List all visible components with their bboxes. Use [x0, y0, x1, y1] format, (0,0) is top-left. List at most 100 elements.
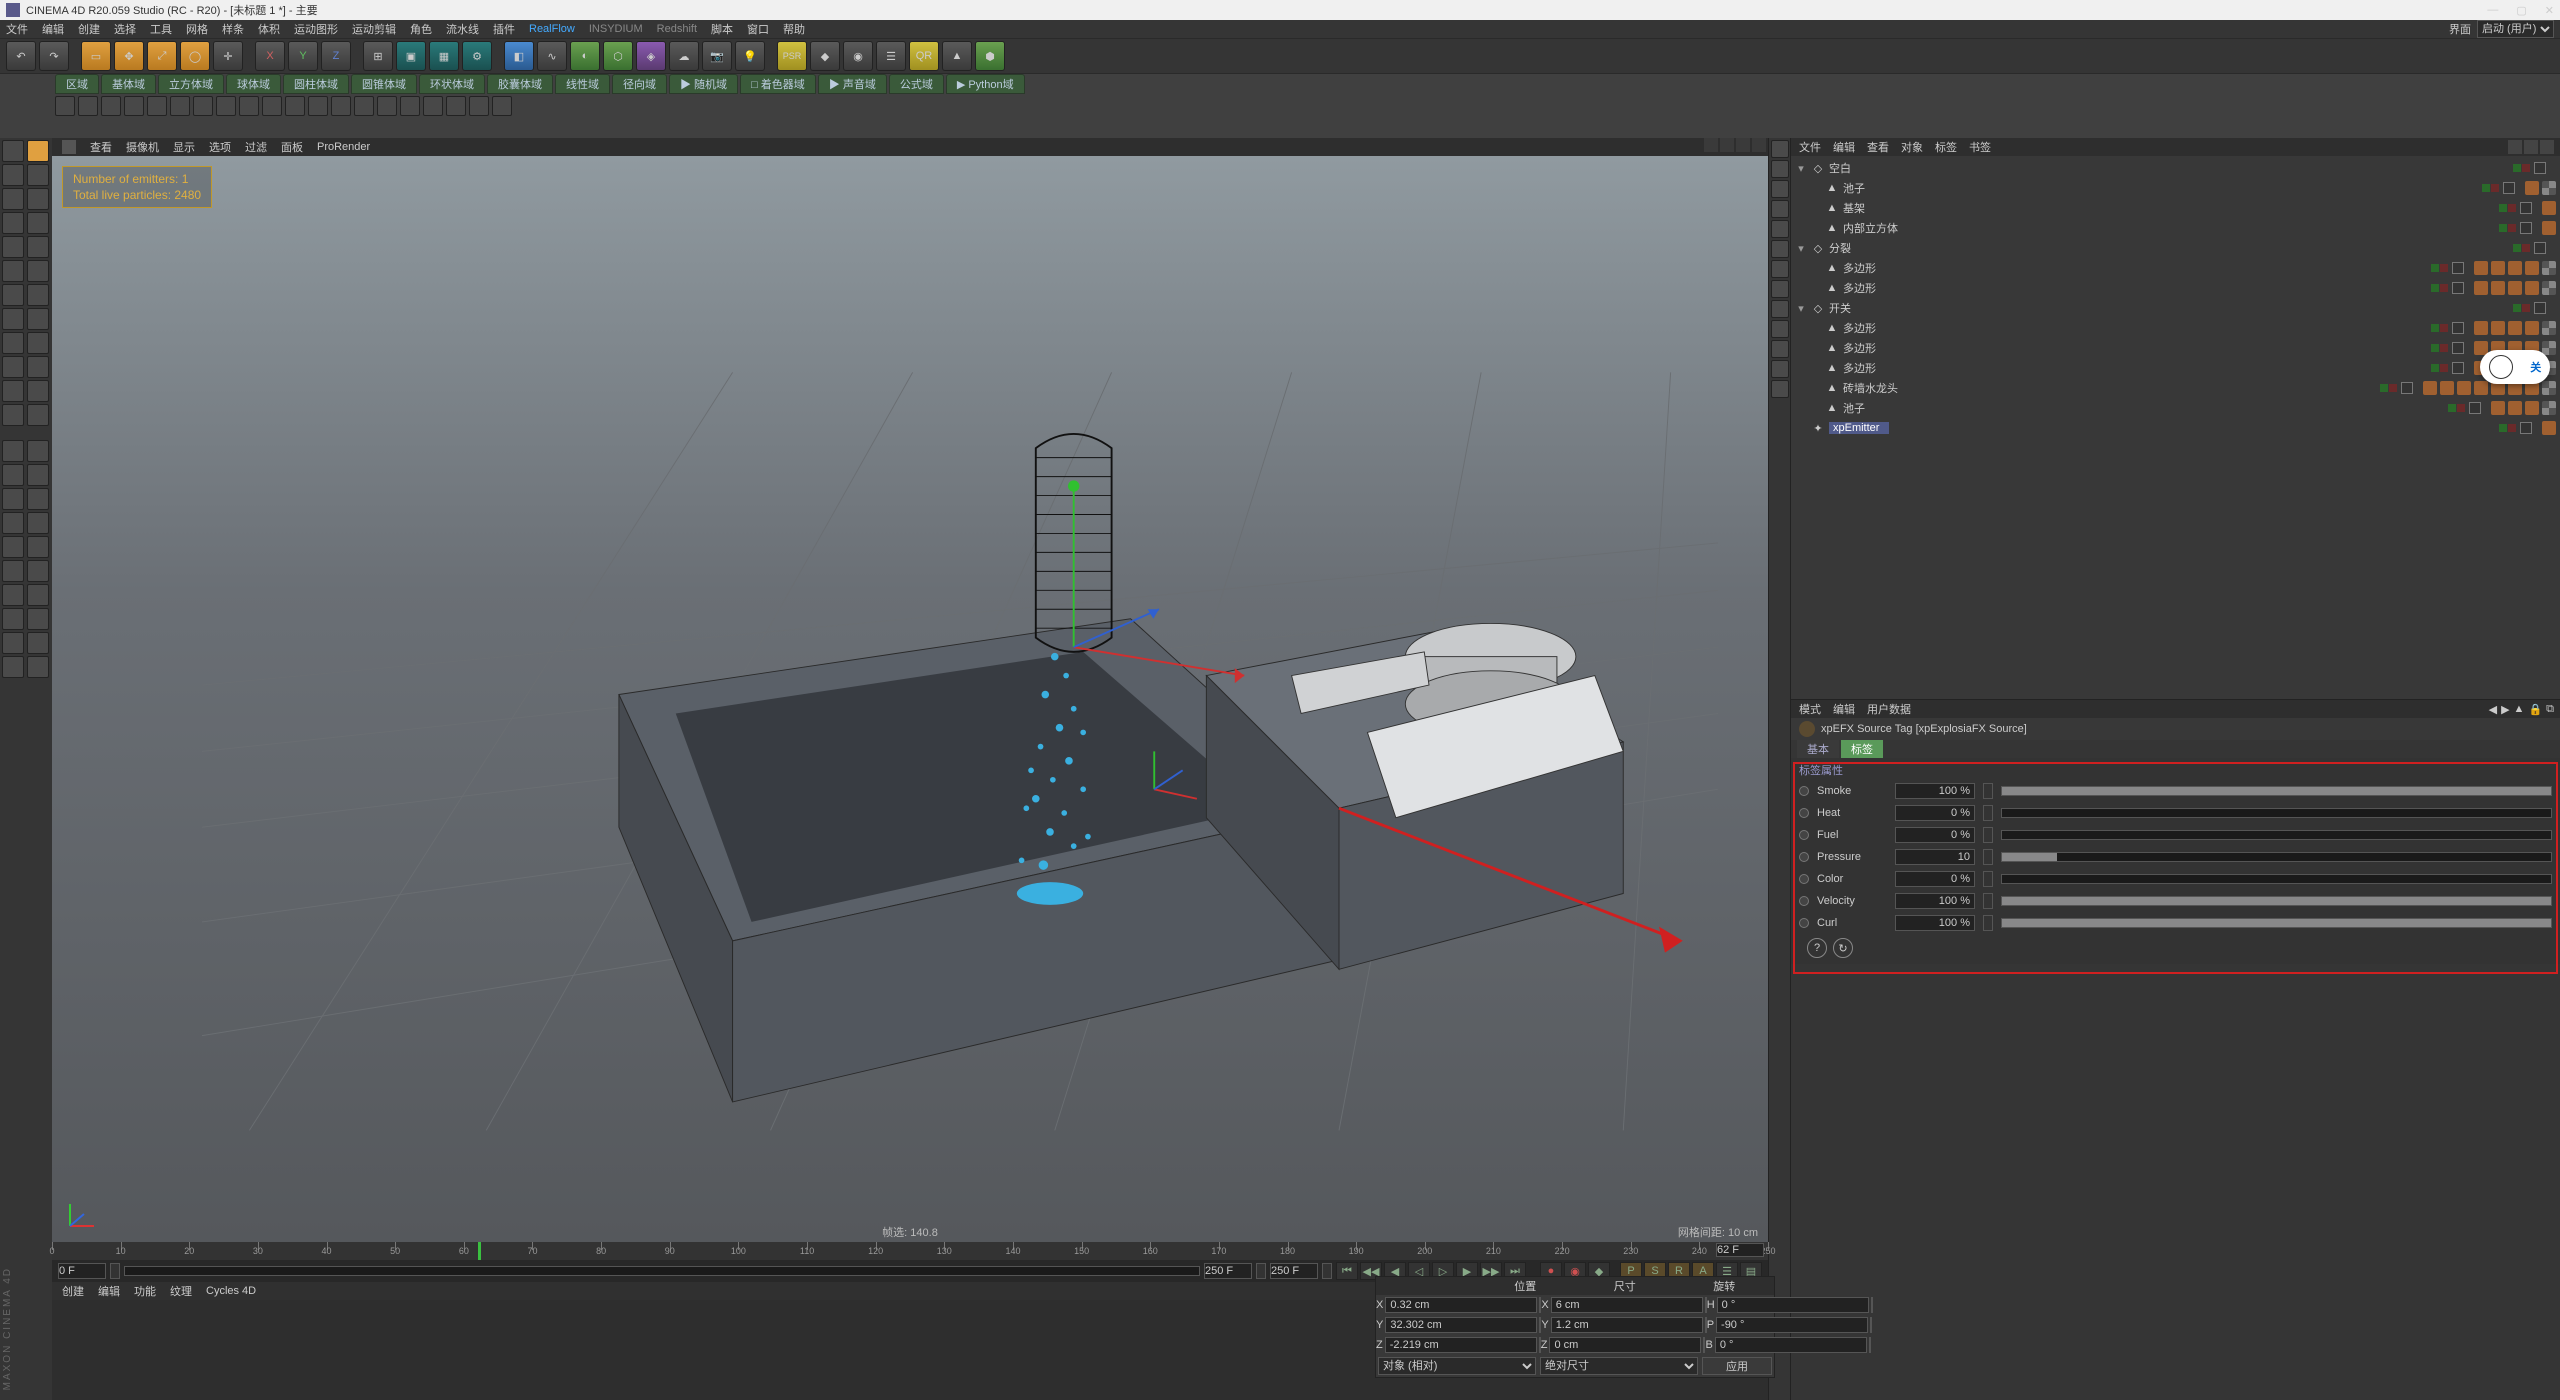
spinner[interactable]: [1256, 1263, 1266, 1279]
spinner[interactable]: [1983, 783, 1993, 799]
shelf-icon[interactable]: [1771, 160, 1789, 178]
field-tab[interactable]: 圆柱体域: [283, 74, 349, 94]
palette-button[interactable]: [27, 188, 49, 210]
palette-button[interactable]: [27, 356, 49, 378]
om-tree[interactable]: ▾ ◇ 空白 ▲ 池子 ▲ 基架 ▲ 内部立方体 ▾ ◇ 分裂 ▲ 多边形: [1791, 156, 2560, 699]
visibility-dot[interactable]: [2431, 344, 2439, 352]
om-menu-item[interactable]: 标签: [1935, 139, 1957, 155]
texture-tag-icon[interactable]: [2542, 281, 2556, 295]
field-input[interactable]: [1895, 915, 1975, 931]
redo-button[interactable]: ↷: [39, 41, 69, 71]
rotation-input[interactable]: [1716, 1317, 1868, 1333]
palette-button[interactable]: [2, 440, 24, 462]
field-input[interactable]: [1895, 849, 1975, 865]
object-name[interactable]: 开关: [1829, 300, 1889, 316]
axis-z[interactable]: Z: [321, 41, 351, 71]
shelf-icon[interactable]: [1771, 360, 1789, 378]
eye-icon[interactable]: [2540, 140, 2554, 154]
render-dot[interactable]: [2508, 224, 2516, 232]
palette-button[interactable]: [2, 332, 24, 354]
field-icon[interactable]: [331, 96, 351, 116]
palette-button[interactable]: [27, 608, 49, 630]
visibility-dot[interactable]: [2513, 304, 2521, 312]
size-input[interactable]: [1549, 1337, 1701, 1353]
field-icon[interactable]: [262, 96, 282, 116]
size-input[interactable]: [1551, 1297, 1703, 1313]
am-menu-item[interactable]: 模式: [1799, 701, 1821, 717]
field-tab[interactable]: ▶ 声音域: [818, 74, 887, 94]
layout-select[interactable]: 启动 (用户): [2477, 20, 2554, 38]
menu-item[interactable]: 运动剪辑: [352, 21, 396, 37]
om-row[interactable]: ▲ 多边形: [1795, 358, 2556, 378]
field-tab[interactable]: 径向域: [612, 74, 667, 94]
nav-fwd-icon[interactable]: ▶: [2501, 703, 2509, 716]
range-slider[interactable]: [124, 1266, 1200, 1276]
om-menu-item[interactable]: 对象: [1901, 139, 1923, 155]
tag-icon[interactable]: [2423, 381, 2437, 395]
menu-item[interactable]: 帮助: [783, 21, 805, 37]
menu-item[interactable]: 流水线: [446, 21, 479, 37]
spinner[interactable]: [1983, 849, 1993, 865]
om-menu-item[interactable]: 书签: [1969, 139, 1991, 155]
tag-icon[interactable]: [2440, 381, 2454, 395]
position-input[interactable]: [1385, 1317, 1537, 1333]
field-icon[interactable]: [101, 96, 121, 116]
visibility-dot[interactable]: [2431, 264, 2439, 272]
enable-checkbox[interactable]: [2520, 422, 2532, 434]
visibility-dot[interactable]: [2482, 184, 2490, 192]
spinner[interactable]: [1871, 1297, 1873, 1313]
search-icon[interactable]: [2508, 140, 2522, 154]
field-input[interactable]: [1895, 871, 1975, 887]
field-icon[interactable]: [354, 96, 374, 116]
enable-checkbox[interactable]: [2452, 262, 2464, 274]
enable-checkbox[interactable]: [2452, 282, 2464, 294]
menu-item[interactable]: 脚本: [711, 21, 733, 37]
palette-button[interactable]: [2, 656, 24, 678]
range-end2-input[interactable]: [1270, 1263, 1318, 1279]
field-icon[interactable]: [147, 96, 167, 116]
field-icon[interactable]: [216, 96, 236, 116]
undo-button[interactable]: ↶: [6, 41, 36, 71]
field-slider[interactable]: [2001, 786, 2552, 796]
field-input[interactable]: [1895, 805, 1975, 821]
render-dot[interactable]: [2522, 244, 2530, 252]
palette-button[interactable]: [2, 380, 24, 402]
viewport-icon[interactable]: [62, 140, 76, 154]
menu-item[interactable]: 插件: [493, 21, 515, 37]
misc2-button[interactable]: ⬢: [975, 41, 1005, 71]
field-slider[interactable]: [2001, 896, 2552, 906]
spinner[interactable]: [1983, 871, 1993, 887]
field-input[interactable]: [1895, 893, 1975, 909]
object-name[interactable]: 多边形: [1843, 280, 1903, 296]
palette-button[interactable]: [27, 308, 49, 330]
palette-button[interactable]: [2, 188, 24, 210]
status-tab[interactable]: Cycles 4D: [206, 1285, 256, 1297]
om-menu-item[interactable]: 编辑: [1833, 139, 1855, 155]
visibility-dot[interactable]: [2513, 244, 2521, 252]
texture-tag-icon[interactable]: [2542, 321, 2556, 335]
palette-button[interactable]: [27, 464, 49, 486]
nav-up-icon[interactable]: ▲: [2514, 703, 2525, 716]
filter-icon[interactable]: [2524, 140, 2538, 154]
palette-button[interactable]: [2, 212, 24, 234]
palette-button[interactable]: [27, 332, 49, 354]
field-tab[interactable]: ▶ 随机域: [669, 74, 738, 94]
qr-button[interactable]: QR: [909, 41, 939, 71]
om-menu-item[interactable]: 文件: [1799, 139, 1821, 155]
am-tab-tag[interactable]: 标签: [1841, 740, 1883, 758]
shelf-icon[interactable]: [1771, 320, 1789, 338]
visibility-dot[interactable]: [2448, 404, 2456, 412]
enable-checkbox[interactable]: [2401, 382, 2413, 394]
vp-menu-item[interactable]: 选项: [209, 139, 231, 155]
palette-button[interactable]: [27, 656, 49, 678]
om-row[interactable]: ▲ 基架: [1795, 198, 2556, 218]
tag-icon[interactable]: [2491, 321, 2505, 335]
render-dot[interactable]: [2389, 384, 2397, 392]
vp-menu-item[interactable]: ProRender: [317, 141, 370, 153]
goto-start[interactable]: ⏮: [1336, 1262, 1358, 1280]
enable-checkbox[interactable]: [2534, 302, 2546, 314]
menu-item[interactable]: 样条: [222, 21, 244, 37]
tag-icon[interactable]: [2474, 321, 2488, 335]
recent-tool[interactable]: ✛: [213, 41, 243, 71]
coord-size-select[interactable]: 绝对尺寸: [1540, 1357, 1698, 1375]
